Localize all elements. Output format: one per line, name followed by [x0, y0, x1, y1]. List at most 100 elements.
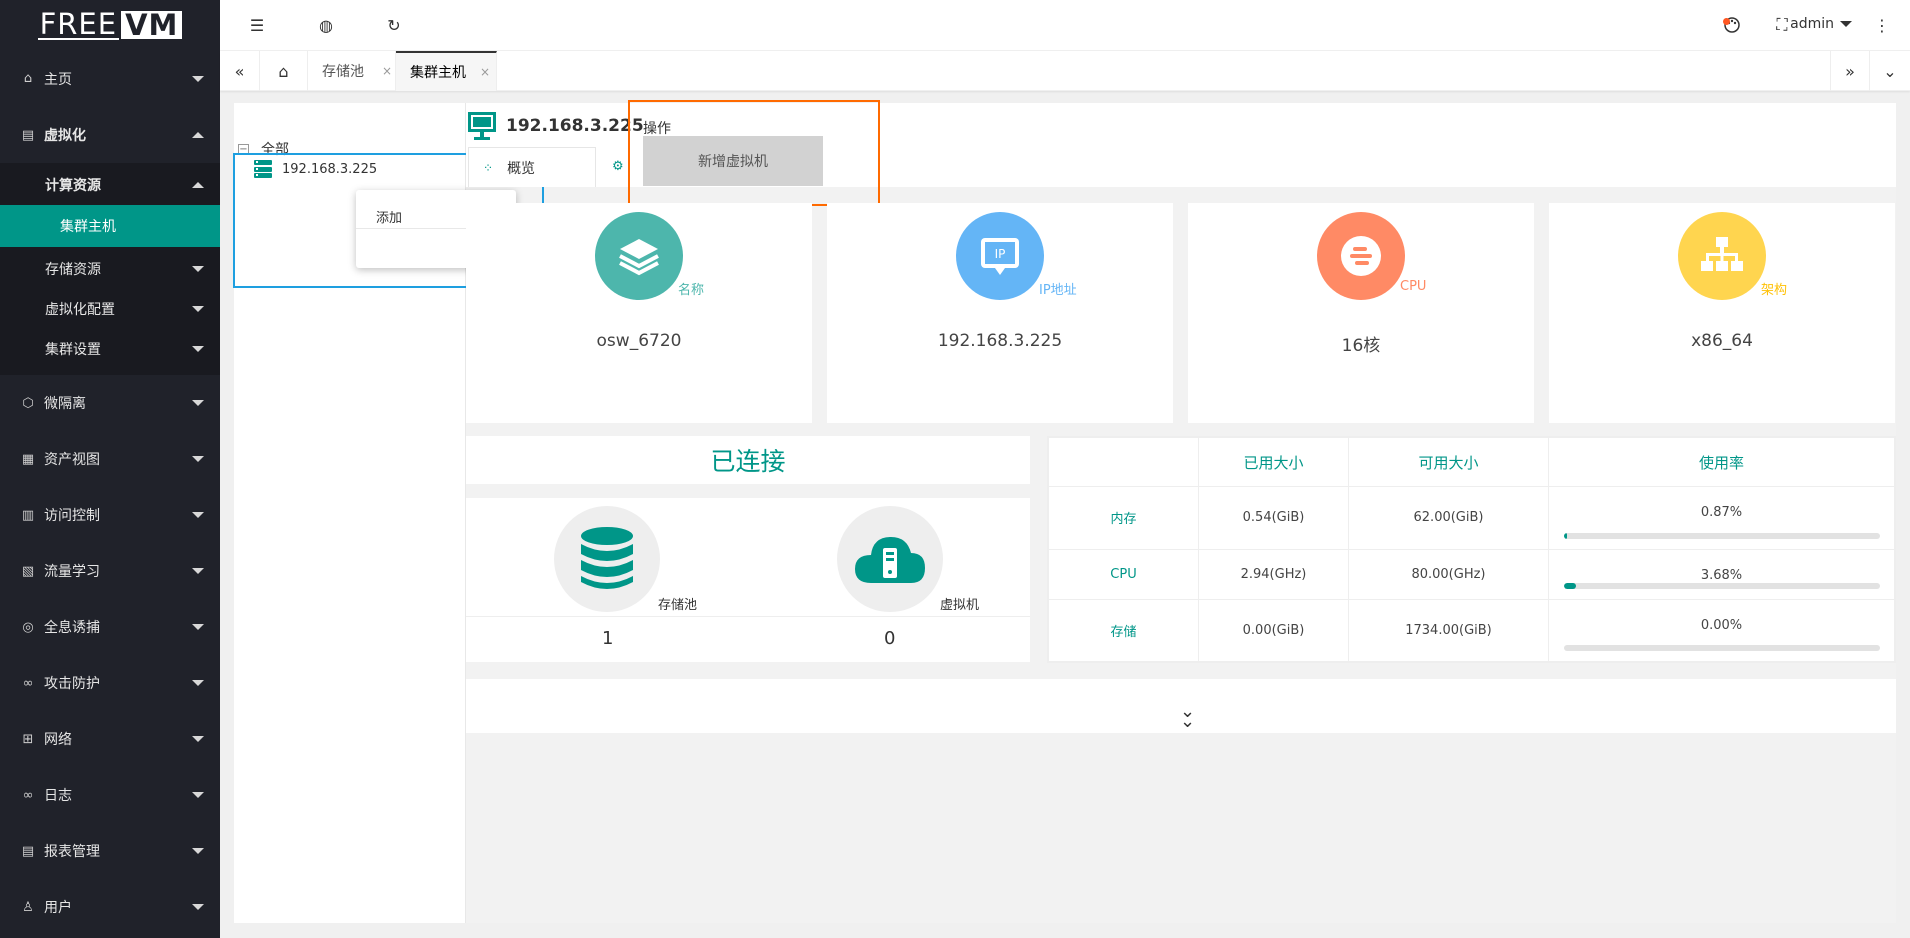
chevron-up-icon [192, 182, 204, 188]
sidebar-item-traffic-learning[interactable]: ▧ 流量学习 [0, 543, 220, 599]
sidebar-item-users[interactable]: ♙ 用户 [0, 879, 220, 935]
chevron-down-icon [192, 75, 204, 82]
report-icon: ▤ [21, 843, 35, 859]
sidebar-item-label: 访问控制 [44, 508, 100, 524]
menu-collapse-icon[interactable]: ☰ [245, 13, 269, 37]
logo-text-vm: VM [121, 11, 183, 40]
sidebar-item-label: 资产视图 [44, 452, 100, 468]
sidebar-item-label: 虚拟化 [44, 128, 86, 144]
palette-icon[interactable] [1720, 13, 1744, 37]
operation-label: 操作 [643, 121, 671, 137]
tab-scroll-right-icon[interactable]: » [1830, 51, 1870, 91]
chevron-down-icon [192, 680, 204, 686]
available-size: 80.00(GHz) [1348, 548, 1549, 600]
card-value: x86_64 [1691, 331, 1753, 351]
more-vertical-icon[interactable]: ⋮ [1870, 13, 1894, 37]
host-title: 192.168.3.225 [468, 112, 644, 140]
operation-highlight: 操作 新增虚拟机 [628, 100, 880, 206]
tab-label: 概览 [507, 160, 536, 177]
tab-dropdown-icon[interactable]: ⌄ [1870, 51, 1910, 91]
chevron-down-icon [192, 736, 204, 742]
table-row: 存储 0.00(GiB) 1734.00(GiB) 0.00% [1048, 598, 1895, 662]
tab-storage-pool[interactable]: 存储池 × [308, 51, 396, 91]
grid-icon: ▥ [21, 507, 35, 523]
sidebar-item-micro-isolation[interactable]: ⬡ 微隔离 [0, 375, 220, 431]
card-value: 16核 [1341, 336, 1381, 356]
sidebar-item-holographic-trap[interactable]: ◎ 全息诱捕 [0, 599, 220, 655]
card-value: 192.168.3.225 [937, 331, 1063, 351]
binoculars-icon: ∞ [22, 675, 34, 691]
sidebar-item-attack-protection[interactable]: ∞ 攻击防护 [0, 655, 220, 711]
sidebar-item-assets[interactable]: ▦ 资产视图 [0, 431, 220, 487]
chevron-down-icon [192, 904, 204, 910]
notification-dot [1723, 18, 1730, 25]
sidebar-item-reports[interactable]: ▤ 报表管理 [0, 823, 220, 879]
sidebar-item-access-control[interactable]: ▥ 访问控制 [0, 487, 220, 543]
used-size: 0.00(GiB) [1198, 598, 1349, 662]
close-icon[interactable]: × [480, 65, 490, 79]
host-tree-panel: − 全部 192.168.3.225 添加 [233, 103, 544, 923]
table-row: CPU 2.94(GHz) 80.00(GHz) 3.68% [1048, 548, 1895, 600]
monitor-icon [468, 112, 496, 140]
sidebar-item-label: 日志 [44, 788, 72, 804]
trap-icon: ◎ [22, 619, 34, 635]
sidebar-item-logs[interactable]: ∞ 日志 [0, 767, 220, 823]
flow-icon: ▧ [21, 563, 35, 579]
tab-label: 存储池 [322, 64, 364, 80]
refresh-icon[interactable]: ↻ [382, 13, 406, 37]
progress-bar [1564, 532, 1880, 539]
sidebar-item-home[interactable]: ⌂ 主页 [0, 50, 220, 107]
table-header [1048, 437, 1199, 487]
infinity-icon: ∞ [22, 787, 34, 803]
ip-icon: IP [956, 212, 1044, 300]
sidebar-item-virt-config[interactable]: 虚拟化配置 [0, 289, 220, 329]
usage-rate-cell: 3.68% [1548, 548, 1895, 600]
bottom-panel: ⌄ ⌄ [466, 679, 1896, 733]
expand-down-icon[interactable]: ⌄ ⌄ [1180, 703, 1195, 731]
chevron-down-icon [192, 848, 204, 854]
database-icon [554, 506, 660, 612]
sidebar-item-compute[interactable]: 计算资源 [0, 165, 220, 205]
resource-summary: 存储池 1 虚拟机 0 [466, 498, 1030, 662]
context-menu-add[interactable]: 添加 [376, 207, 402, 226]
settings-tab-icon[interactable]: ⚙ [612, 159, 624, 174]
user-menu[interactable]: admin [1790, 16, 1852, 32]
card-cpu: CPU 16核 [1188, 203, 1534, 423]
cube-icon: ⬡ [22, 395, 34, 411]
sidebar-item-cluster-settings[interactable]: 集群设置 [0, 329, 220, 369]
home-tab-icon[interactable]: ⌂ [260, 51, 308, 91]
sidebar-item-label: 主页 [44, 71, 72, 88]
host-header: 192.168.3.225 ⁘ 概览 ⚙ 操作 新增虚拟机 [466, 100, 1896, 206]
svg-text:IP: IP [995, 247, 1006, 261]
sidebar-item-cluster-host[interactable]: 集群主机 [0, 205, 220, 247]
usage-rate: 0.87% [1700, 505, 1743, 520]
sidebar-item-label: 报表管理 [44, 844, 100, 860]
tab-scroll-left-icon[interactable]: « [220, 51, 260, 91]
chevron-down-icon [1840, 21, 1852, 27]
used-size: 2.94(GHz) [1198, 548, 1349, 600]
table-header: 已用大小 [1198, 437, 1349, 487]
host-title-text: 192.168.3.225 [506, 116, 644, 136]
usage-rate-cell: 0.87% [1548, 486, 1895, 550]
username: admin [1790, 16, 1834, 32]
resource-count: 0 [884, 628, 896, 649]
sidebar-item-virtualization[interactable]: ▤ 虚拟化 [0, 107, 220, 163]
table-header: 可用大小 [1348, 437, 1549, 487]
progress-bar [1564, 582, 1880, 589]
user-icon: ♙ [22, 899, 34, 915]
sidebar-item-storage[interactable]: 存储资源 [0, 249, 220, 289]
card-value: osw_6720 [596, 331, 682, 351]
progress-bar [1564, 645, 1880, 651]
sidebar-item-label: 网络 [44, 732, 72, 748]
close-icon[interactable]: × [382, 64, 392, 78]
globe-icon[interactable]: ◍ [314, 13, 338, 37]
row-name: CPU [1048, 548, 1199, 600]
usage-rate: 0.00% [1700, 617, 1743, 633]
chevron-up-icon [192, 132, 204, 138]
add-vm-button[interactable]: 新增虚拟机 [643, 136, 823, 186]
tab-cluster-host[interactable]: 集群主机 × [396, 51, 497, 91]
progress-fill [1564, 532, 1567, 539]
tab-overview[interactable]: ⁘ 概览 [468, 147, 596, 187]
sidebar-item-label: 全息诱捕 [44, 620, 100, 636]
sidebar-item-network[interactable]: ⊞ 网络 [0, 711, 220, 767]
